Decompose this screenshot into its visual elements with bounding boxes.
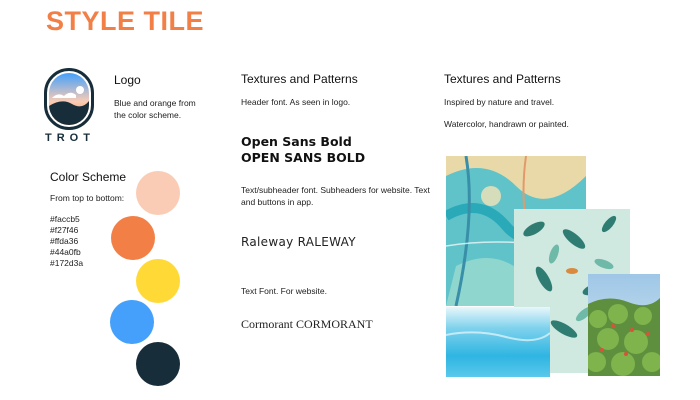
watercolor-texture-image [446,307,550,377]
color-scheme-heading: Color Scheme [50,170,127,184]
page-title: STYLE TILE [46,6,205,36]
color-hex-list: #faccb5 #f27f46 #ffda36 #44a0fb #172d3a [50,214,83,269]
trot-logo-icon [44,68,94,130]
color-hex-4: #44a0fb [50,247,81,257]
color-swatch-5 [136,342,180,386]
logo-brand-text: TROT [45,132,95,144]
color-hex-1: #faccb5 [50,214,80,224]
color-swatch-3 [136,259,180,303]
sample-raleway: Raleway RALEWAY [241,235,356,249]
textures-note-2: Watercolor, handrawn or painted. [444,119,569,129]
sample-open-sans-bold: Open Sans Bold [241,134,352,149]
header-font-note: Header font. As seen in logo. [241,97,351,107]
logo-description: Blue and orange from the color scheme. [114,98,196,120]
color-swatch-1 [136,171,180,215]
color-hex-2: #f27f46 [50,225,79,235]
text-font-note: Text Font. For website. [241,286,327,296]
typography-heading: Textures and Patterns [241,72,358,86]
subheader-font-note: Text/subheader font. Subheaders for webs… [241,185,430,207]
landscape-texture-image [588,274,660,376]
color-scheme-intro: From top to bottom: [50,193,125,203]
sample-open-sans-bold-caps: OPEN SANS BOLD [241,150,366,165]
color-hex-3: #ffda36 [50,236,79,246]
textures-heading: Textures and Patterns [444,72,561,86]
color-hex-5: #172d3a [50,258,84,268]
sample-cormorant: Cormorant CORMORANT [241,317,373,331]
color-swatch-2 [111,216,155,260]
textures-note-1: Inspired by nature and travel. [444,97,555,107]
color-swatch-4 [110,300,154,344]
logo-heading: Logo [114,73,141,87]
